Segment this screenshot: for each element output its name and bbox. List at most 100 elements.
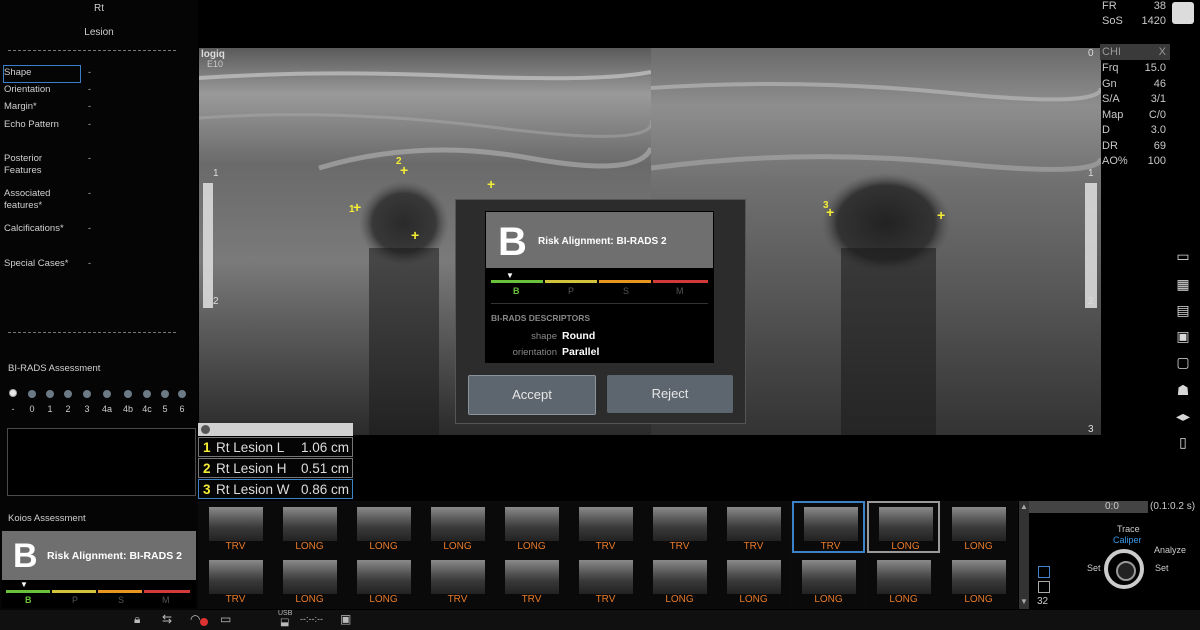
accept-button[interactable]: Accept — [468, 375, 596, 415]
field-posterior-features[interactable]: Posterior Features — [4, 153, 74, 177]
field-associated-features[interactable]: Associated features* — [4, 188, 74, 212]
scale-bar-p — [545, 280, 597, 283]
birads-radio-4c[interactable] — [143, 390, 151, 398]
birads-radio-3[interactable] — [83, 390, 91, 398]
param-value: 3/1 — [1150, 93, 1166, 105]
field-margin-value: - — [88, 101, 91, 111]
thumbnail[interactable]: TRV — [199, 556, 272, 608]
scale-pointer-icon: ▼ — [20, 580, 28, 589]
divider — [8, 50, 176, 51]
select-box-icon[interactable] — [1038, 581, 1050, 593]
scale-bar-m — [144, 590, 190, 593]
measurement-row[interactable]: 3 Rt Lesion W 0.86 cm — [198, 479, 353, 499]
caliper-cross-icon[interactable]: + — [411, 228, 419, 242]
phone-icon[interactable]: ▯ — [1172, 434, 1194, 454]
thumbnail[interactable]: TRV — [569, 556, 642, 608]
birads-radio-5[interactable] — [161, 390, 169, 398]
param-value: 1420 — [1141, 15, 1166, 27]
photo-icon[interactable]: ▢ — [1172, 354, 1194, 374]
scale-label-s: S — [118, 595, 125, 605]
monitor-icon[interactable]: ▭ — [1172, 248, 1194, 268]
scale-bar-b — [491, 280, 543, 283]
field-posterior-value: - — [88, 153, 91, 163]
scale-label-s: S — [623, 286, 630, 296]
thumbnail[interactable]: LONG — [717, 556, 790, 608]
birads-radio-4b[interactable] — [124, 390, 132, 398]
lesion-title: Lesion — [84, 27, 114, 38]
users-icon[interactable]: ☗ — [1172, 382, 1194, 402]
assessment-notes-box[interactable] — [7, 428, 196, 496]
field-margin[interactable]: Margin* — [4, 101, 37, 113]
thumbnail[interactable]: LONG — [867, 556, 940, 608]
birads-radio-2[interactable] — [64, 390, 72, 398]
thumbnail[interactable]: TRV — [643, 503, 716, 555]
side-label: Rt — [94, 3, 104, 14]
thumbnail[interactable]: TRV — [569, 503, 642, 555]
descriptor-key: shape — [531, 331, 557, 342]
caliper-cross-icon[interactable]: + — [487, 177, 495, 191]
thumbnail[interactable]: LONG — [942, 556, 1015, 608]
thumbnail[interactable]: LONG — [792, 556, 865, 608]
thumbnail[interactable]: LONG — [347, 503, 420, 555]
risk-text: Risk Alignment: BI-RADS 2 — [47, 550, 182, 562]
thumbnail[interactable]: TRV — [199, 503, 272, 555]
thumbnail[interactable]: LONG — [643, 556, 716, 608]
thumbnail-selected[interactable]: TRV — [792, 501, 865, 553]
thumbnail[interactable]: LONG — [495, 503, 568, 555]
field-orientation-value: - — [88, 84, 91, 94]
measurement-row[interactable]: 2 Rt Lesion H 0.51 cm — [198, 458, 353, 478]
depth-mark: 1 — [213, 168, 219, 179]
report-icon[interactable]: ▣ — [1172, 328, 1194, 348]
koios-risk-card[interactable]: B Risk Alignment: BI-RADS 2 — [2, 531, 196, 580]
thumbnail[interactable]: LONG — [273, 503, 346, 555]
field-shape[interactable]: Shape — [4, 67, 31, 79]
left-panel: Rt Lesion Shape - Orientation - Margin* … — [0, 0, 198, 630]
thumbnail[interactable]: LONG — [273, 556, 346, 608]
select-box-icon[interactable] — [1038, 566, 1050, 578]
birads-radio-0[interactable] — [28, 390, 36, 398]
menu-button[interactable] — [1172, 2, 1194, 24]
param-value: 38 — [1153, 0, 1166, 12]
field-calcifications[interactable]: Calcifications* — [4, 223, 64, 235]
birads-radio-6[interactable] — [178, 390, 186, 398]
caliper-cross-icon[interactable]: + — [400, 163, 408, 177]
field-shape-value: - — [88, 67, 91, 77]
trackball-icon[interactable] — [1104, 549, 1144, 589]
scroll-down-icon[interactable]: ▼ — [1020, 597, 1028, 606]
thumbnail[interactable]: LONG — [942, 503, 1015, 555]
field-echo-pattern[interactable]: Echo Pattern — [4, 119, 59, 131]
depth-mark: 1 — [1088, 168, 1094, 179]
trackball-left-label: Set — [1087, 563, 1101, 573]
caliper-cross-icon[interactable]: + — [353, 200, 361, 214]
birads-radio-1[interactable] — [46, 390, 54, 398]
koios-title: Koios Assessment — [8, 513, 86, 524]
thumbnail-selected[interactable]: LONG — [867, 501, 940, 553]
network-icon: ⇆ — [162, 612, 173, 626]
thumbnail[interactable]: TRV — [717, 503, 790, 555]
probe-label: E10 — [207, 59, 224, 69]
birads-radio-4a[interactable] — [103, 390, 111, 398]
thumbnail[interactable]: LONG — [347, 556, 420, 608]
cine-bar[interactable] — [1028, 501, 1148, 513]
grid-table-icon[interactable]: ▦ — [1172, 276, 1194, 296]
field-special-cases[interactable]: Special Cases* — [4, 258, 68, 270]
measurement-value: 1.06 cm — [300, 440, 349, 455]
scroll-up-icon[interactable]: ▲ — [1020, 502, 1028, 511]
param-key: DR — [1102, 140, 1118, 152]
image-layout-icon[interactable]: ▤ — [1172, 302, 1194, 322]
field-echo-pattern-value: - — [88, 119, 91, 129]
caliper-cross-icon[interactable]: + — [937, 208, 945, 222]
caliper-cross-icon[interactable]: + — [826, 205, 834, 219]
thumbnail[interactable]: TRV — [421, 556, 494, 608]
cine-range: (0.1:0.2 s) — [1150, 501, 1196, 512]
thumbnail-scrollbar[interactable]: ▲ ▼ — [1019, 501, 1029, 609]
measurement-row[interactable]: 1 Rt Lesion L 1.06 cm — [198, 437, 353, 457]
prev-next-icon[interactable]: ◂▸ — [1172, 408, 1194, 428]
birads-radio-none[interactable] — [9, 389, 17, 397]
thumbnail[interactable]: TRV — [495, 556, 568, 608]
thumbnail[interactable]: LONG — [421, 503, 494, 555]
reject-button[interactable]: Reject — [607, 375, 733, 413]
depth-mark: 2 — [1088, 296, 1094, 307]
field-orientation[interactable]: Orientation — [4, 84, 50, 96]
trackball-top-label: Trace — [1117, 524, 1140, 534]
